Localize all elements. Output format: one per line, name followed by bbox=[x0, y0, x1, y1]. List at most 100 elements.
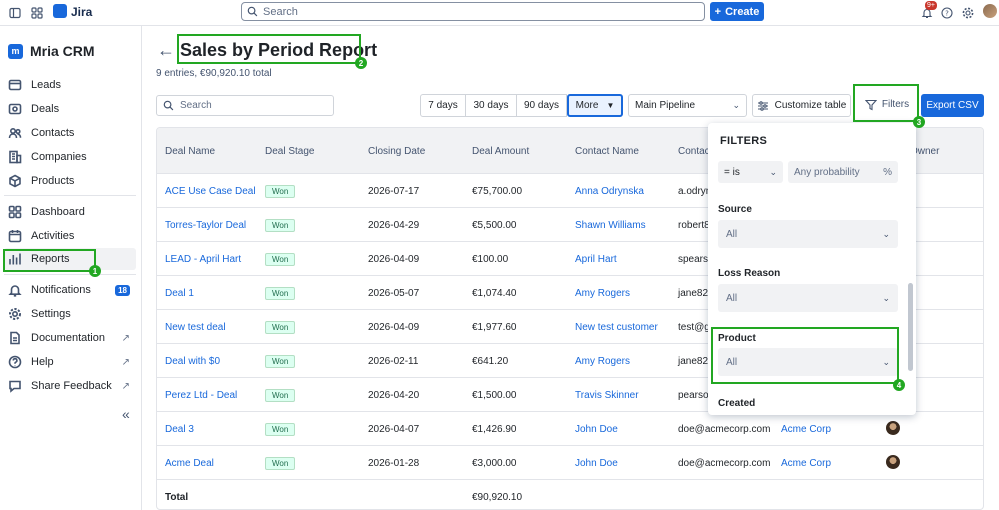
collapse-sidebar-icon[interactable]: « bbox=[122, 406, 130, 422]
sidebar-item-notifications[interactable]: Notifications 18 bbox=[4, 279, 136, 301]
filters-scrollbar[interactable] bbox=[908, 283, 913, 371]
contact-name-link[interactable]: Anna Odrynska bbox=[575, 186, 644, 197]
doc-icon bbox=[10, 331, 20, 345]
contact-name-link[interactable]: April Hart bbox=[575, 254, 617, 265]
sidebar-item-deals[interactable]: Deals bbox=[4, 98, 136, 120]
deal-name-link[interactable]: LEAD - April Hart bbox=[165, 254, 241, 265]
deal-amount: €75,700.00 bbox=[472, 186, 523, 197]
company-link[interactable]: Acme Corp bbox=[781, 458, 831, 469]
sidebar-item-label: Activities bbox=[31, 230, 75, 242]
sidebar-item-label: Dashboard bbox=[31, 206, 85, 218]
owner-avatar[interactable] bbox=[886, 455, 900, 469]
external-link-icon: ↗ bbox=[121, 332, 130, 344]
deal-name-link[interactable]: Deal with $0 bbox=[165, 356, 220, 367]
customize-label: Customize table bbox=[774, 100, 847, 111]
sidebar-item-label: Products bbox=[31, 175, 75, 187]
companies-icon bbox=[9, 150, 22, 164]
deal-name-link[interactable]: Deal 3 bbox=[165, 424, 194, 435]
settings-icon[interactable] bbox=[959, 4, 977, 22]
contact-name-link[interactable]: Travis Skinner bbox=[575, 390, 639, 401]
product-filter-select[interactable]: All ⌄ bbox=[718, 348, 898, 376]
notification-count-badge: 9+ bbox=[925, 1, 937, 10]
sidebar-item-settings[interactable]: Settings bbox=[4, 303, 136, 325]
filters-button[interactable]: Filters bbox=[857, 88, 917, 121]
sidebar-item-label: Share Feedback bbox=[31, 380, 112, 392]
column-header-contact-name[interactable]: Contact Name bbox=[575, 146, 639, 157]
pipeline-select[interactable]: Main Pipeline ⌄ bbox=[628, 94, 747, 117]
table-row[interactable]: Acme Deal Won 2026-01-28 €3,000.00 John … bbox=[157, 445, 983, 479]
source-filter-select[interactable]: All ⌄ bbox=[718, 220, 898, 248]
deal-name-link[interactable]: Acme Deal bbox=[165, 458, 214, 469]
global-search-input[interactable]: Search bbox=[241, 2, 705, 21]
contact-name-link[interactable]: New test customer bbox=[575, 322, 658, 333]
feedback-icon bbox=[9, 380, 21, 393]
closing-date: 2026-04-07 bbox=[368, 424, 420, 435]
reports-icon bbox=[9, 253, 21, 265]
sidebar-item-share-feedback[interactable]: Share Feedback ↗ bbox=[4, 375, 136, 397]
sidebar-item-documentation[interactable]: Documentation ↗ bbox=[4, 327, 136, 349]
loss-reason-filter-select[interactable]: All ⌄ bbox=[718, 284, 898, 312]
app-name[interactable]: Jira bbox=[71, 5, 92, 19]
create-button[interactable]: + Create bbox=[710, 2, 764, 21]
column-header-deal-name[interactable]: Deal Name bbox=[165, 146, 215, 157]
closing-date: 2026-05-07 bbox=[368, 288, 420, 299]
sidebar-item-dashboard[interactable]: Dashboard bbox=[4, 201, 136, 223]
deal-name-link[interactable]: Torres-Taylor Deal bbox=[165, 220, 246, 231]
deal-stage-badge: Won bbox=[265, 253, 296, 266]
deal-amount: €1,074.40 bbox=[472, 288, 517, 299]
export-csv-button[interactable]: Export CSV bbox=[921, 94, 984, 117]
column-header-deal-amount[interactable]: Deal Amount bbox=[472, 146, 529, 157]
contact-name-link[interactable]: Amy Rogers bbox=[575, 288, 630, 299]
deal-amount: €1,426.90 bbox=[472, 424, 517, 435]
app-switcher-icon[interactable] bbox=[28, 4, 46, 22]
period-30-days-button[interactable]: 30 days bbox=[466, 94, 517, 117]
sidebar-toggle-icon[interactable] bbox=[6, 4, 24, 22]
jira-logo-icon[interactable] bbox=[53, 4, 67, 18]
contact-name-link[interactable]: John Doe bbox=[575, 424, 618, 435]
sidebar-item-leads[interactable]: Leads bbox=[4, 74, 136, 96]
deal-name-link[interactable]: New test deal bbox=[165, 322, 226, 333]
deal-name-link[interactable]: Deal 1 bbox=[165, 288, 194, 299]
deal-name-link[interactable]: Perez Ltd - Deal bbox=[165, 390, 237, 401]
deal-stage-badge: Won bbox=[265, 219, 296, 232]
sidebar-item-companies[interactable]: Companies bbox=[4, 146, 136, 168]
period-7-days-button[interactable]: 7 days bbox=[420, 94, 466, 117]
company-link[interactable]: Acme Corp bbox=[781, 424, 831, 435]
sidebar-item-contacts[interactable]: Contacts bbox=[4, 122, 136, 144]
contact-name-link[interactable]: John Doe bbox=[575, 458, 618, 469]
dashboard-icon bbox=[8, 205, 22, 219]
total-label: Total bbox=[165, 492, 189, 503]
help-icon[interactable]: ? bbox=[938, 4, 956, 22]
table-search-input[interactable]: Search bbox=[156, 95, 334, 116]
customize-table-button[interactable]: Customize table bbox=[752, 94, 851, 117]
pipeline-value: Main Pipeline bbox=[635, 100, 696, 111]
probability-input[interactable]: Any probability % bbox=[788, 161, 898, 183]
deal-stage-badge: Won bbox=[265, 287, 296, 300]
contact-name-link[interactable]: Amy Rogers bbox=[575, 356, 630, 367]
contact-name-link[interactable]: Shawn Williams bbox=[575, 220, 646, 231]
highlight-number: 1 bbox=[89, 265, 101, 277]
sidebar-divider bbox=[4, 274, 136, 275]
sidebar-item-products[interactable]: Products bbox=[4, 170, 136, 192]
global-search-placeholder: Search bbox=[263, 5, 298, 18]
period-90-days-button[interactable]: 90 days bbox=[517, 94, 567, 117]
back-arrow-icon[interactable]: ← bbox=[157, 40, 175, 61]
deal-stage-badge: Won bbox=[265, 321, 296, 334]
column-header-closing-date[interactable]: Closing Date bbox=[368, 146, 425, 157]
probability-operator-select[interactable]: = is ⌄ bbox=[718, 161, 783, 183]
sidebar-item-activities[interactable]: Activities bbox=[4, 225, 136, 247]
search-icon bbox=[163, 100, 174, 111]
user-avatar[interactable] bbox=[983, 4, 997, 18]
table-row[interactable]: Deal 3 Won 2026-04-07 €1,426.90 John Doe… bbox=[157, 411, 983, 445]
more-periods-button[interactable]: More ▼ bbox=[567, 94, 623, 117]
closing-date: 2026-04-29 bbox=[368, 220, 420, 231]
source-filter-value: All bbox=[726, 228, 738, 240]
sidebar-item-reports[interactable]: Reports bbox=[4, 248, 136, 270]
sidebar-item-help[interactable]: Help ↗ bbox=[4, 351, 136, 373]
deal-amount: €5,500.00 bbox=[472, 220, 517, 231]
owner-avatar[interactable] bbox=[886, 421, 900, 435]
brand[interactable]: m Mria CRM bbox=[8, 43, 95, 59]
report-summary: 9 entries, €90,920.10 total bbox=[156, 68, 272, 79]
deal-name-link[interactable]: ACE Use Case Deal bbox=[165, 186, 256, 197]
column-header-deal-stage[interactable]: Deal Stage bbox=[265, 146, 314, 157]
